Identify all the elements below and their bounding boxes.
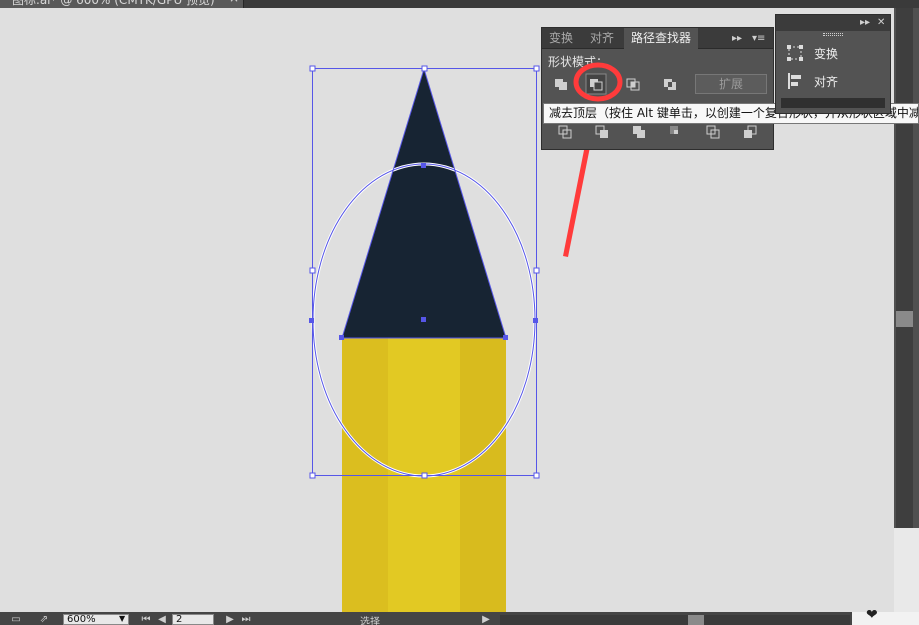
collapse-icon[interactable]: ▸▸ [732, 30, 742, 47]
dock-header: ▸▸ ✕ [776, 15, 890, 31]
outline-button[interactable] [702, 121, 724, 143]
dock-item-label: 对齐 [814, 75, 839, 89]
heart-icon: ❤ [866, 607, 878, 623]
tab-pathfinder[interactable]: 路径查找器 [624, 28, 699, 49]
highlight-circle [573, 62, 623, 102]
scroll-track[interactable] [896, 8, 913, 528]
next-artboard-icon[interactable]: ▶ [222, 614, 238, 625]
share-icon[interactable]: ⇗ [36, 614, 52, 625]
close-icon[interactable]: × [229, 0, 239, 5]
trim-icon [595, 125, 608, 138]
document-tab-title: 图标.ai* @ 600% (CMYK/GPU 预览) [12, 0, 215, 7]
horizontal-scroll-thumb[interactable] [688, 615, 704, 625]
pathfinder-panel: 变换 对齐 路径查找器 ▸▸ ▾≡ 形状模式： 扩展 [541, 27, 774, 150]
expand-panels-icon[interactable]: ▸▸ [860, 15, 870, 31]
exclude-icon [664, 79, 676, 90]
unite-button[interactable] [550, 73, 572, 95]
dock-panel-strip [781, 98, 885, 108]
divide-icon [558, 125, 572, 139]
artboard-number-field[interactable]: 2 [172, 614, 214, 625]
last-artboard-icon[interactable]: ⏭ [238, 614, 254, 625]
scroll-corner [894, 528, 919, 612]
zoom-value: 600% [67, 614, 96, 625]
grip-icon[interactable] [823, 33, 843, 36]
crop-icon [670, 126, 678, 134]
panel-tab-bar: 变换 对齐 路径查找器 ▸▸ ▾≡ [542, 28, 773, 49]
unite-icon [555, 79, 567, 90]
panel-menu-icon[interactable]: ▾≡ [752, 30, 765, 47]
artboard-nav-icon[interactable]: ▭ [8, 614, 24, 625]
expand-button[interactable]: 扩展 [695, 74, 767, 94]
tab-align[interactable]: 对齐 [583, 28, 621, 49]
align-icon [788, 73, 801, 89]
document-tab-bar: 图标.ai* @ 600% (CMYK/GPU 预览) × [0, 0, 919, 8]
trim-button[interactable] [591, 121, 613, 143]
document-tab[interactable]: 图标.ai* @ 600% (CMYK/GPU 预览) × [0, 0, 244, 8]
merge-button[interactable] [628, 121, 650, 143]
exclude-button[interactable] [659, 73, 681, 95]
status-bar: ▭ ⇗ 600% ▼ ⏮ ◀ 2 ▶ ⏭ 选择 ▶ [0, 612, 919, 625]
tool-mode-label: 选择 [360, 617, 380, 625]
horizontal-scrollbar[interactable] [500, 615, 850, 625]
artboard-number: 2 [176, 614, 183, 625]
outline-icon [706, 125, 720, 139]
first-artboard-icon[interactable]: ⏮ [138, 614, 154, 625]
status-corner [852, 612, 919, 625]
minus-back-button[interactable] [739, 121, 761, 143]
intersect-icon [626, 78, 640, 91]
vertical-scrollbar[interactable] [894, 8, 919, 612]
status-menu-icon[interactable]: ▶ [478, 614, 494, 625]
chevron-down-icon[interactable]: ▼ [119, 614, 129, 625]
intersect-button[interactable] [622, 73, 644, 95]
crop-button[interactable] [665, 121, 687, 143]
close-icon[interactable]: ✕ [877, 15, 885, 31]
tab-transform[interactable]: 变换 [542, 28, 580, 49]
minus-back-icon [744, 125, 757, 138]
dock-item-align[interactable]: 对齐 [786, 71, 886, 91]
previous-artboard-icon[interactable]: ◀ [154, 614, 170, 625]
docked-panel: ▸▸ ✕ 变换 对齐 [775, 14, 891, 114]
divide-button[interactable] [554, 121, 576, 143]
scroll-thumb[interactable] [896, 311, 913, 327]
dock-item-transform[interactable]: 变换 [786, 43, 886, 63]
dock-item-label: 变换 [814, 47, 839, 61]
pencil-tip [342, 69, 506, 338]
transform-icon [787, 45, 803, 61]
merge-icon [633, 126, 645, 138]
